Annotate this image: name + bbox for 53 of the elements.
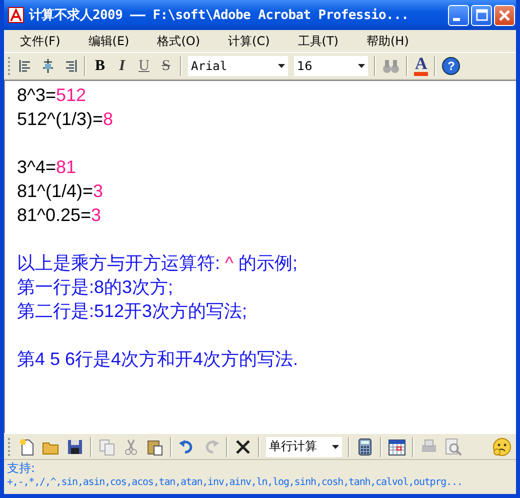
font-dropdown[interactable]: Arial	[188, 56, 288, 76]
save-icon[interactable]	[66, 438, 84, 456]
expression-text: 3^4=	[17, 157, 56, 177]
underline-button[interactable]: U	[136, 58, 152, 74]
caret-icon	[332, 444, 339, 448]
menu-item[interactable]: 文件(F)	[14, 32, 68, 50]
note-text: 第二行是:512开3次方的写法;	[17, 301, 248, 321]
app-icon	[8, 7, 24, 23]
font-color-button[interactable]: A	[414, 56, 428, 76]
italic-button[interactable]: I	[114, 58, 130, 74]
expression-text: 512^(1/3)=	[17, 109, 104, 129]
calendar-icon[interactable]	[388, 438, 406, 456]
caret-icon	[278, 64, 285, 68]
calc-mode-dropdown[interactable]: 单行计算	[266, 436, 342, 456]
maximize-button[interactable]	[471, 4, 492, 26]
new-document-icon[interactable]	[18, 438, 36, 456]
result-text: ^	[225, 253, 234, 273]
minimize-icon	[453, 18, 460, 20]
menu-item[interactable]: 帮助(H)	[360, 32, 417, 50]
thinking-face-icon[interactable]	[492, 436, 512, 456]
result-text: 8	[103, 109, 114, 129]
note-text: 的示例;	[237, 253, 298, 273]
expression-text: 81^0.25=	[17, 205, 92, 225]
menu-item[interactable]: 工具(T)	[292, 32, 346, 50]
note-text: 第一行是:8的3次方;	[17, 277, 174, 297]
close-button[interactable]	[494, 4, 515, 26]
minimize-button[interactable]	[448, 4, 469, 26]
clear-x-icon[interactable]	[234, 438, 252, 456]
menu-item[interactable]: 格式(O)	[151, 32, 208, 50]
menu-item[interactable]: 计算(C)	[222, 32, 278, 50]
close-icon	[499, 10, 510, 20]
expression-text: 81^(1/4)=	[17, 181, 93, 201]
help-button[interactable]: ?	[442, 57, 460, 75]
caret-icon	[358, 64, 365, 68]
result-text: 3	[93, 181, 104, 201]
result-text: 3	[91, 205, 102, 225]
font-size-dropdown[interactable]: 16	[294, 56, 368, 76]
align-center-icon[interactable]	[40, 58, 56, 74]
status-label: 支持:	[7, 461, 36, 475]
result-text: 512	[56, 85, 86, 105]
bold-button[interactable]: B	[92, 58, 108, 74]
result-text: 81	[56, 157, 76, 177]
calculator-icon[interactable]	[356, 438, 374, 456]
note-text: 第4 5 6行是4次方和开4次方的写法.	[17, 349, 298, 369]
strikethrough-button[interactable]: S	[158, 58, 174, 74]
supported-functions-text: +,-,*,/,^,sin,asin,cos,acos,tan,atan,inv,ainv,ln,log,sinh,cosh,tanh,calvol,outprg...	[7, 476, 464, 490]
menu-item[interactable]: 编辑(E)	[82, 32, 138, 50]
maximize-icon	[476, 9, 488, 21]
expression-text: 8^3=	[17, 85, 56, 105]
note-text: 以上是乘方与开方运算符:	[17, 253, 222, 273]
window-title: 计算不求人2009 —— F:\soft\Adobe Acrobat Professio...	[29, 7, 410, 24]
paste-icon[interactable]	[146, 438, 164, 456]
text-editor[interactable]: 8^3=512 512^(1/3)=8 3^4=81 81^(1/4)=3 81^0.25=3 以上是乘方与开方运算符: ^ 的示例; 第一行是:8的3次方; 第二行是:512开3次方的写法; 第4 5 6行是4次方和开4次方的写法.	[4, 80, 516, 433]
